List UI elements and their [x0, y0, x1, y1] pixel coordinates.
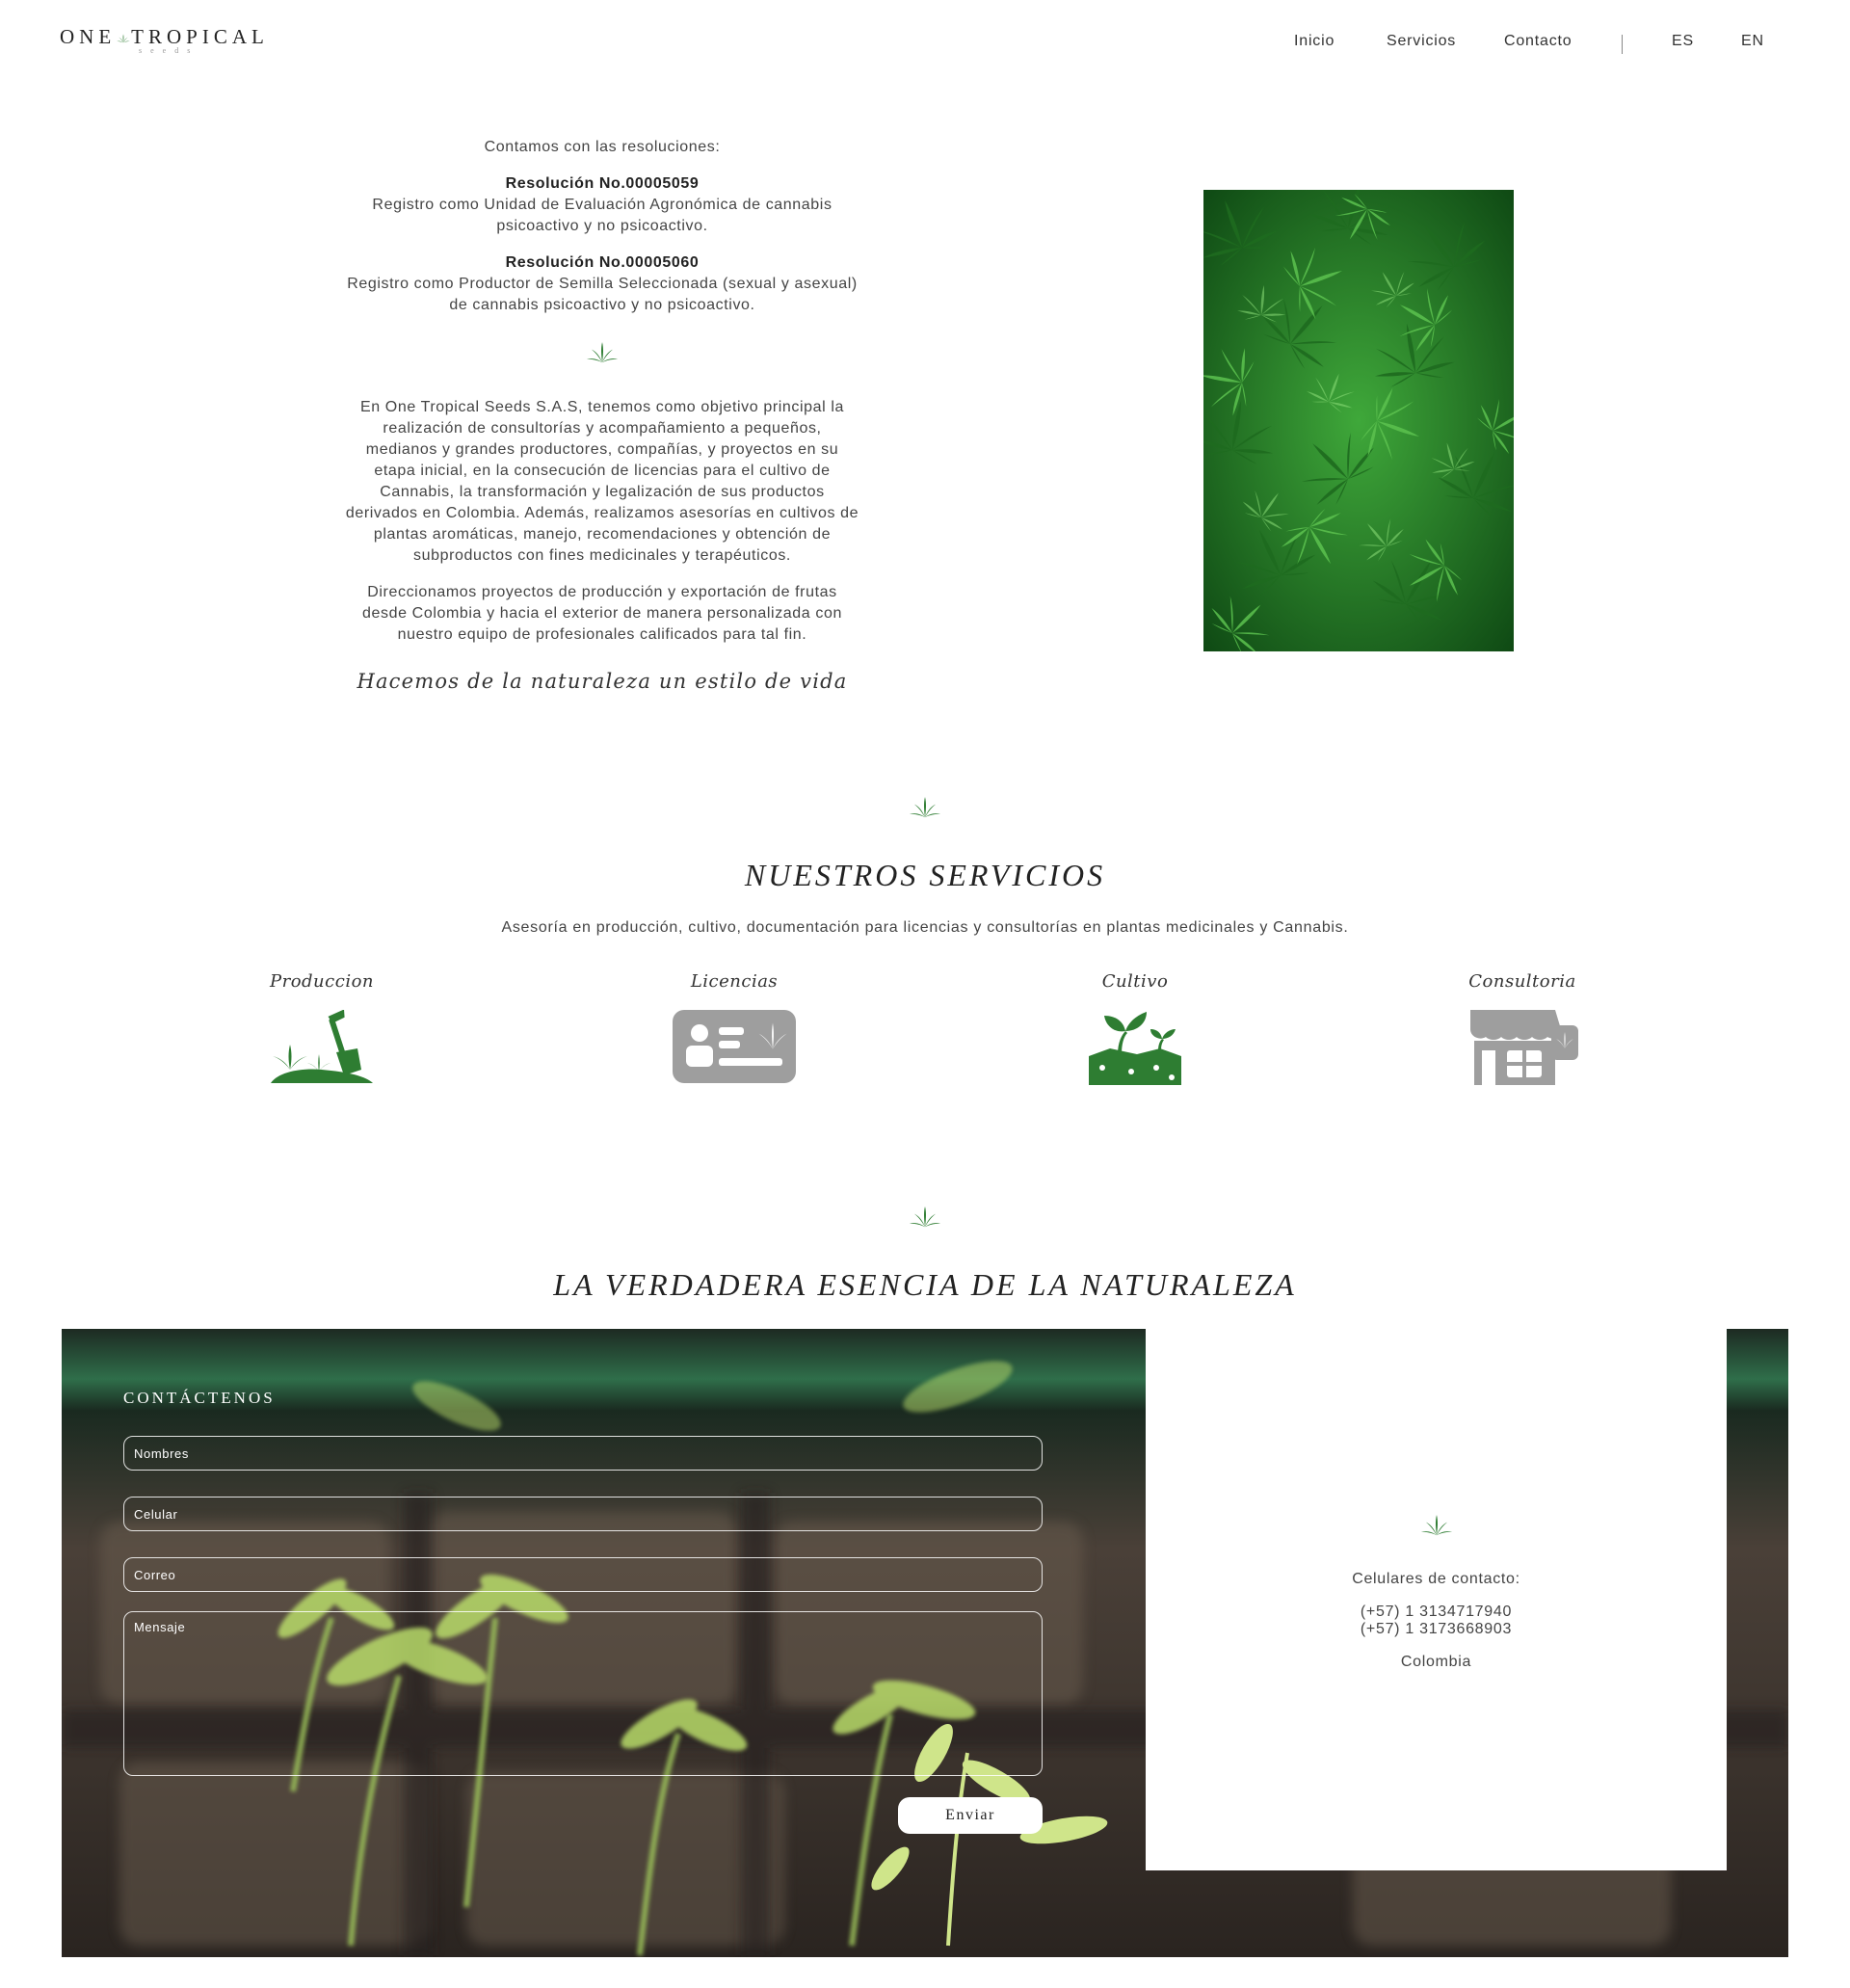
service-cultivo[interactable]: Cultivo: [1029, 971, 1241, 1090]
store-leaf-icon: [1470, 1010, 1578, 1085]
service-label: Produccion: [269, 971, 375, 992]
contact-form-title: CONTÁCTENOS: [123, 1389, 276, 1407]
para2-line: nuestro equipo de profesionales califica…: [397, 626, 807, 643]
phone-1: (+57) 1 3134717940: [1360, 1604, 1513, 1620]
contact-info-card: Celulares de contacto: (+57) 1 313471794…: [1146, 1329, 1727, 1870]
services-subtitle: Asesoría en producción, cultivo, documen…: [501, 919, 1349, 936]
leaf-divider-icon: [909, 796, 941, 819]
phone-input[interactable]: [123, 1497, 1043, 1531]
service-produccion[interactable]: Produccion: [216, 971, 428, 1090]
service-licencias[interactable]: Licencias: [628, 971, 840, 1088]
name-input[interactable]: [123, 1436, 1043, 1471]
resolutions-heading: Contamos con las resoluciones:: [484, 139, 721, 155]
lang-es[interactable]: ES: [1672, 33, 1694, 50]
shovel-plant-icon: [271, 1009, 373, 1083]
services-title: NUESTROS SERVICIOS: [744, 858, 1106, 892]
email-input[interactable]: [123, 1557, 1043, 1592]
intro-section: Contamos con las resoluciones: Resolució…: [318, 137, 886, 692]
leaf-divider-icon: [586, 341, 619, 364]
message-textarea[interactable]: [123, 1611, 1043, 1776]
resolution-1-title: Resolución No.00005059: [505, 175, 700, 192]
para1-line: En One Tropical Seeds S.A.S, tenemos com…: [359, 399, 845, 415]
resolution-2-line-2: de cannabis psicoactivo y no psicoactivo…: [449, 297, 755, 313]
para1-line: plantas aromáticas, manejo, recomendacio…: [373, 526, 832, 543]
lang-en[interactable]: EN: [1741, 33, 1764, 50]
service-label: Licencias: [690, 971, 779, 992]
leaf-divider-icon: [1420, 1514, 1453, 1537]
service-label: Cultivo: [1101, 971, 1169, 992]
resolution-1-line-1: Registro como Unidad de Evaluación Agron…: [372, 197, 832, 213]
para1-line: derivados en Colombia. Además, realizamo…: [345, 505, 859, 521]
leaf-divider-icon: [909, 1206, 941, 1229]
para2-line: Direccionamos proyectos de producción y …: [367, 584, 837, 600]
phone-2: (+57) 1 3173668903: [1360, 1621, 1513, 1637]
sprout-soil-icon: [1089, 1012, 1181, 1085]
para1-line: etapa inicial, en la consecución de lice…: [374, 463, 831, 479]
para1-line: medianos y grandes productores, compañía…: [365, 441, 839, 458]
license-card-icon: [673, 1010, 796, 1083]
para1-line: subproductos con fines medicinales y ter…: [413, 547, 791, 564]
nav-divider: [1622, 35, 1623, 54]
nav-contacto[interactable]: Contacto: [1504, 33, 1572, 50]
phones-heading: Celulares de contacto:: [1352, 1571, 1520, 1587]
tagline: Hacemos de la naturaleza un estilo de vi…: [357, 670, 848, 693]
para1-line: Cannabis, la transformación y legalizaci…: [380, 484, 825, 500]
main-nav: Inicio Servicios Contacto ES EN: [0, 33, 1850, 56]
essence-title: LA VERDADERA ESENCIA DE LA NATURALEZA: [553, 1267, 1297, 1302]
intro-paragraph-1: En One Tropical Seeds S.A.S, tenemos com…: [318, 397, 886, 567]
para2-line: desde Colombia y hacia el exterior de ma…: [362, 605, 842, 622]
intro-paragraph-2: Direccionamos proyectos de producción y …: [318, 582, 886, 646]
country: Colombia: [1400, 1654, 1472, 1670]
send-button[interactable]: Enviar: [898, 1797, 1043, 1834]
resolution-1-line-2: psicoactivo y no psicoactivo.: [496, 218, 708, 234]
para1-line: realización de consultorías y acompañami…: [383, 420, 822, 437]
service-consultoria[interactable]: Consultoria: [1416, 971, 1628, 1090]
nav-servicios[interactable]: Servicios: [1387, 33, 1456, 50]
nav-inicio[interactable]: Inicio: [1294, 33, 1335, 50]
cannabis-leaves-image: [1203, 190, 1514, 651]
resolution-2-line-1: Registro como Productor de Semilla Selec…: [347, 276, 858, 292]
service-label: Consultoria: [1468, 971, 1576, 992]
resolution-2-title: Resolución No.00005060: [505, 254, 700, 271]
